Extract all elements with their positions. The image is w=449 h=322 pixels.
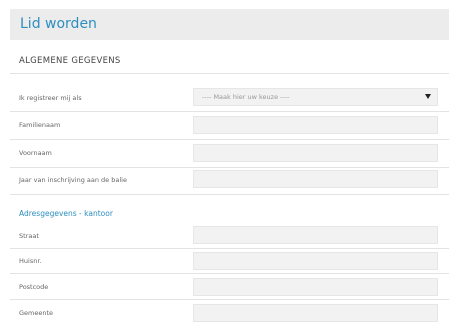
section-heading-address: Adresgegevens - kantoor — [19, 209, 113, 218]
divider — [10, 273, 449, 274]
section-heading-general: ALGEMENE GEGEVENS — [19, 56, 121, 66]
divider — [10, 194, 449, 195]
municipality-label: Gemeente — [19, 309, 54, 317]
family-name-label: Familienaam — [19, 121, 61, 129]
street-label: Straat — [19, 232, 39, 240]
year-input[interactable] — [193, 170, 438, 188]
family-name-input[interactable] — [193, 116, 438, 134]
register-as-label: Ik registreer mij als — [19, 94, 82, 102]
divider — [10, 299, 449, 300]
divider — [10, 139, 449, 140]
divider — [10, 248, 449, 249]
street-input[interactable] — [193, 226, 438, 244]
postcode-input[interactable] — [193, 278, 438, 296]
divider — [10, 167, 449, 168]
divider — [10, 73, 449, 74]
register-as-select[interactable]: ---- Maak hier uw keuze ---- — [193, 88, 438, 106]
register-as-select-value: ---- Maak hier uw keuze ---- — [202, 93, 290, 101]
year-label: Jaar van inschrijving aan de balie — [19, 176, 127, 184]
chevron-down-icon — [425, 94, 431, 99]
page-header: Lid worden — [10, 9, 449, 40]
house-number-label: Huisnr. — [19, 257, 42, 265]
municipality-input[interactable] — [193, 304, 438, 322]
page-title: Lid worden — [20, 16, 97, 32]
house-number-input[interactable] — [193, 252, 438, 270]
divider — [10, 111, 449, 112]
first-name-input[interactable] — [193, 144, 438, 162]
postcode-label: Postcode — [19, 283, 49, 291]
first-name-label: Voornaam — [19, 149, 52, 157]
membership-form-page: Lid worden ALGEMENE GEGEVENS Ik registre… — [0, 0, 449, 322]
